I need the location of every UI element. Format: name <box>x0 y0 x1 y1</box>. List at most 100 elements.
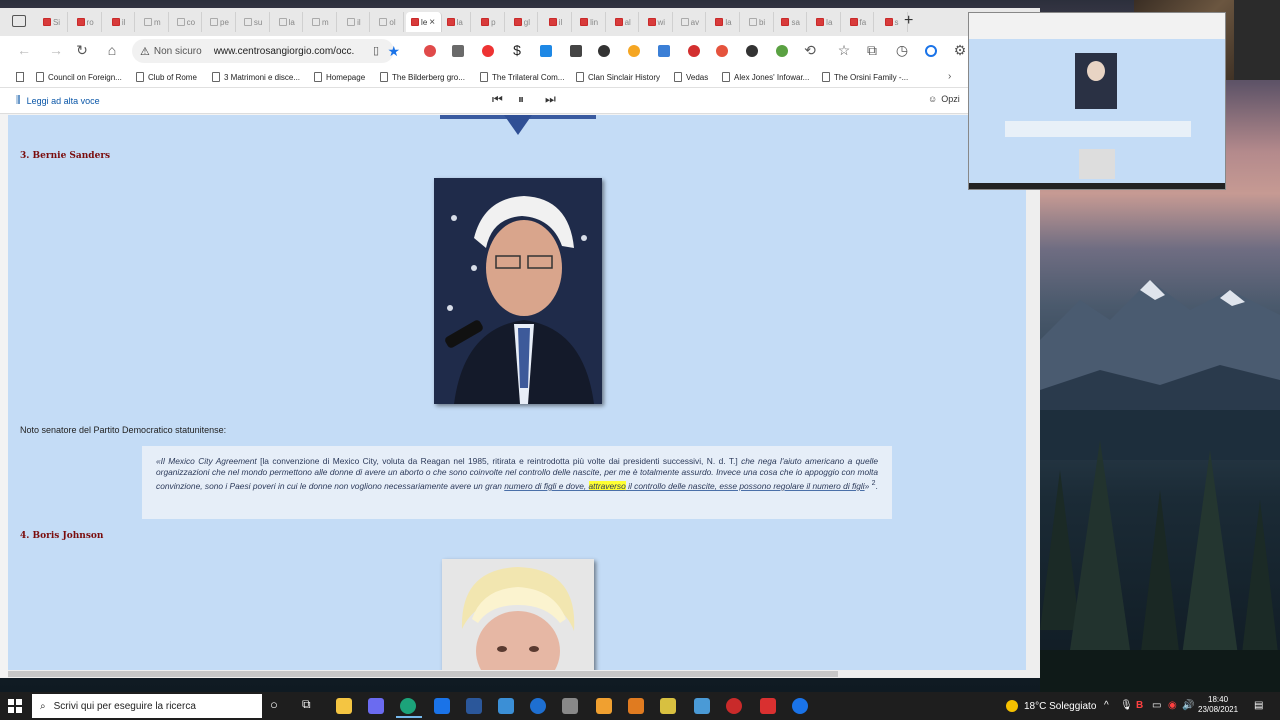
read-aloud-button[interactable]: ⫼ Leggi ad alta voce <box>16 95 100 106</box>
url-text[interactable]: www.centrosangiorgio.com/occ... <box>214 46 354 57</box>
address-bar[interactable]: ⚠ Non sicuro www.centrosangiorgio.com/oc… <box>132 39 400 63</box>
close-tab-icon[interactable]: × <box>429 17 435 28</box>
browser-tab[interactable]: sa <box>775 12 808 32</box>
extension-11-icon[interactable] <box>716 45 728 57</box>
extension-6-icon[interactable] <box>570 45 582 57</box>
download-icon[interactable] <box>925 45 937 57</box>
browser-tab[interactable]: su <box>238 12 270 32</box>
network-icon[interactable]: ▭ <box>1152 700 1161 711</box>
mail-icon[interactable] <box>434 698 450 714</box>
browser-tab[interactable]: ol <box>372 12 404 32</box>
refresh-icon[interactable]: ↻ <box>72 42 92 59</box>
favorites-icon[interactable]: ☆ <box>834 42 854 59</box>
extension-3-icon[interactable] <box>482 45 494 57</box>
app-5-icon[interactable] <box>660 698 676 714</box>
task-view-icon[interactable]: ⧉ <box>302 697 311 712</box>
browser-tab[interactable]: av <box>674 12 707 32</box>
volume-icon[interactable]: 🔊 <box>1182 700 1194 711</box>
notification-icon[interactable]: ▤ <box>1254 700 1263 711</box>
extension-12-icon[interactable] <box>746 45 758 57</box>
horizontal-scrollbar[interactable] <box>8 670 1026 678</box>
extension-10-icon[interactable] <box>688 45 700 57</box>
tray-app-2-icon[interactable]: ◉ <box>1168 700 1177 711</box>
file-explorer-icon[interactable] <box>336 698 352 714</box>
new-tab-button[interactable]: + <box>904 12 913 30</box>
windows-start-icon[interactable] <box>8 699 22 713</box>
app-7-icon[interactable] <box>726 698 742 714</box>
tray-chevron-icon[interactable]: ^ <box>1104 700 1109 711</box>
tray-app-icon[interactable]: B <box>1136 700 1143 711</box>
bookmark-item[interactable]: Council on Foreign... <box>36 72 122 82</box>
browser-tab[interactable]: la <box>809 12 841 32</box>
history-icon[interactable]: ◷ <box>892 42 912 59</box>
vertical-scrollbar[interactable] <box>1026 115 1040 678</box>
back-icon[interactable]: ← <box>14 42 34 58</box>
browser-tab[interactable]: bi <box>742 12 774 32</box>
browser-tab[interactable]: wi <box>641 12 673 32</box>
edge-browser-icon[interactable] <box>400 698 416 714</box>
weather-widget[interactable]: 18°C Soleggiato <box>1006 700 1096 712</box>
browser-tab[interactable]: lin <box>574 12 606 32</box>
browser-tab[interactable]: la <box>708 12 740 32</box>
bookmark-item[interactable]: The Orsini Family -... <box>822 72 908 82</box>
forward-icon[interactable]: → <box>46 42 66 58</box>
browser-tab[interactable]: al <box>607 12 640 32</box>
browser-tab[interactable]: m <box>137 12 169 32</box>
bookmark-item[interactable]: Vedas <box>674 72 708 82</box>
home-icon[interactable]: ⌂ <box>102 42 122 58</box>
app-2-icon[interactable] <box>562 698 578 714</box>
browser-tab[interactable]: gl <box>506 12 539 32</box>
store-icon[interactable] <box>368 698 384 714</box>
extension-2-icon[interactable] <box>452 45 464 57</box>
reader-view-icon[interactable]: ▯ <box>366 44 386 57</box>
apps-icon[interactable] <box>16 72 24 82</box>
app-6-icon[interactable] <box>694 698 710 714</box>
browser-tab[interactable]: le × <box>405 12 442 32</box>
app-4-icon[interactable] <box>628 698 644 714</box>
extension-9-icon[interactable] <box>658 45 670 57</box>
browser-tab[interactable]: ro <box>70 12 102 32</box>
browser-tab[interactable]: il <box>540 12 572 32</box>
dollar-extension-icon[interactable]: $ <box>507 42 527 58</box>
browser-tab[interactable]: pe <box>204 12 236 32</box>
extension-7-icon[interactable] <box>598 45 610 57</box>
cortana-icon[interactable]: ○ <box>270 697 278 712</box>
bookmark-item[interactable]: The Bilderberg gro... <box>380 72 465 82</box>
next-icon[interactable]: ⏭ <box>545 92 556 107</box>
bookmark-item[interactable]: 3 Matrimoni e disce... <box>212 72 300 82</box>
app-3-icon[interactable] <box>596 698 612 714</box>
app-8-icon[interactable] <box>760 698 776 714</box>
taskbar-search-box[interactable]: ⌕ Scrivi qui per eseguire la ricerca <box>32 694 262 718</box>
previous-icon[interactable]: ⏮ <box>492 92 503 107</box>
sync-icon[interactable]: ⟲ <box>800 42 820 59</box>
extension-13-icon[interactable] <box>776 45 788 57</box>
browser-tab[interactable]: il <box>103 12 136 32</box>
bookmark-item[interactable]: Alex Jones' Infowar... <box>722 72 809 82</box>
internet-explorer-icon[interactable] <box>530 698 546 714</box>
browser-tab[interactable]: co <box>170 12 203 32</box>
browser-tab[interactable]: la <box>439 12 472 32</box>
browser-tab[interactable]: il <box>338 12 371 32</box>
app-9-icon[interactable] <box>792 698 808 714</box>
browser-tab[interactable]: fa <box>842 12 875 32</box>
browser-tab[interactable]: la <box>271 12 304 32</box>
collections-icon[interactable]: ⧉ <box>862 42 882 59</box>
bookmark-item[interactable]: Homepage <box>314 72 365 82</box>
chevron-right-icon[interactable]: › <box>948 71 951 82</box>
browser-tab[interactable]: m <box>305 12 337 32</box>
microphone-icon[interactable]: 🎙 <box>1120 700 1133 711</box>
extension-5-icon[interactable] <box>540 45 552 57</box>
extension-8-icon[interactable] <box>628 45 640 57</box>
options-button[interactable]: ☺ Opzi <box>928 94 960 104</box>
browser-tab[interactable]: p <box>473 12 505 32</box>
extension-1-icon[interactable] <box>424 45 436 57</box>
tab-actions-icon[interactable] <box>12 15 26 27</box>
settings-icon[interactable]: ⚙ <box>950 42 970 59</box>
window-preview-thumbnail[interactable] <box>968 12 1226 190</box>
app-icon[interactable] <box>498 698 514 714</box>
bookmark-item[interactable]: Club of Rome <box>136 72 197 82</box>
word-icon[interactable] <box>466 698 482 714</box>
bookmark-item[interactable]: Clan Sinclair History <box>576 72 660 82</box>
favorite-star-icon[interactable]: ★ <box>387 43 400 60</box>
browser-tab[interactable]: Si <box>36 12 68 32</box>
